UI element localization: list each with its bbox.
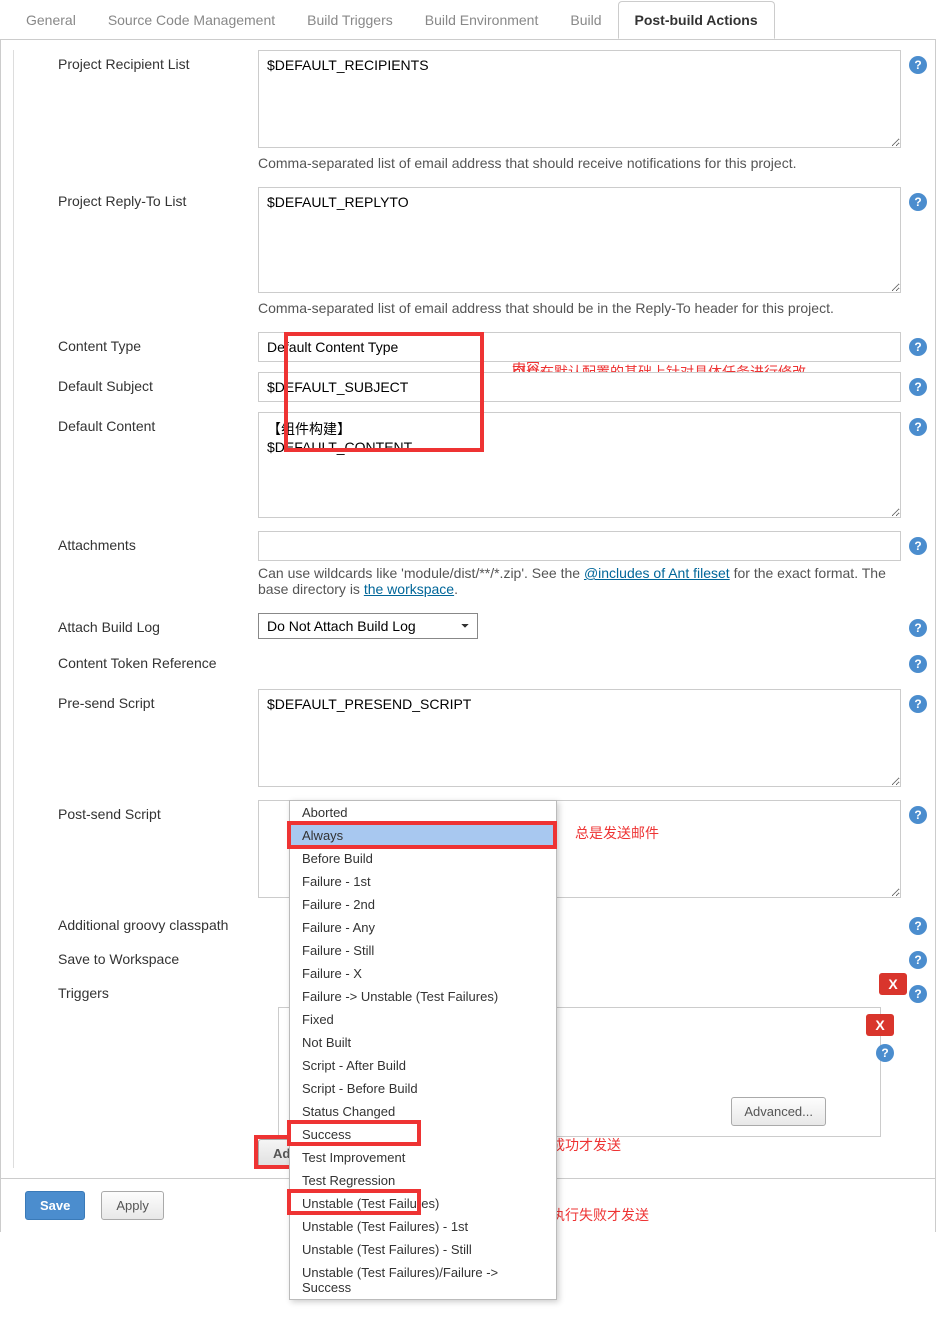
remove-trigger-button-2[interactable]: X [866,1014,894,1036]
default-subject-label: Default Subject [18,372,258,394]
help-icon[interactable]: ? [909,951,927,969]
trigger-option-success[interactable]: Success [290,1123,556,1146]
ant-fileset-link[interactable]: @includes of Ant fileset [584,565,730,581]
trigger-dropdown: Aborted Always Before Build Failure - 1s… [289,800,557,1300]
attachments-label: Attachments [18,531,258,553]
attach-log-select[interactable]: Do Not Attach Build Log [258,613,478,639]
help-icon[interactable]: ? [909,695,927,713]
classpath-label: Additional groovy classpath [18,911,258,933]
recipient-help: Comma-separated list of email address th… [258,151,901,177]
trigger-option-before-build[interactable]: Before Build [290,847,556,870]
trigger-option-unstable-still[interactable]: Unstable (Test Failures) - Still [290,1238,556,1261]
default-content-label: Default Content [18,412,258,434]
trigger-option-unstable-1st[interactable]: Unstable (Test Failures) - 1st [290,1215,556,1238]
help-icon[interactable]: ? [909,338,927,356]
replyto-label: Project Reply-To List [18,187,258,209]
presend-label: Pre-send Script [18,689,258,711]
help-icon[interactable]: ? [909,619,927,637]
help-icon[interactable]: ? [909,56,927,74]
help-icon[interactable]: ? [909,378,927,396]
attachments-input[interactable] [258,531,901,561]
help-icon[interactable]: ? [909,985,927,1003]
token-ref-label: Content Token Reference [18,649,258,671]
trigger-option-unstable[interactable]: Unstable (Test Failures) [290,1192,556,1215]
help-icon[interactable]: ? [909,917,927,935]
workspace-link[interactable]: the workspace [364,581,454,597]
save-ws-label: Save to Workspace [18,945,258,967]
replyto-help: Comma-separated list of email address th… [258,296,901,322]
triggers-label: Triggers [18,979,258,1001]
tab-build-triggers[interactable]: Build Triggers [291,2,409,38]
trigger-option-test-improve[interactable]: Test Improvement [290,1146,556,1169]
trigger-option-not-built[interactable]: Not Built [290,1031,556,1054]
trigger-option-failure-unstable[interactable]: Failure -> Unstable (Test Failures) [290,985,556,1008]
save-button[interactable]: Save [25,1191,85,1220]
page-body: Project Recipient List $DEFAULT_RECIPIEN… [0,40,936,1232]
help-icon[interactable]: ? [909,418,927,436]
trigger-option-status-changed[interactable]: Status Changed [290,1100,556,1123]
trigger-option-test-regress[interactable]: Test Regression [290,1169,556,1192]
trigger-option-failure-2nd[interactable]: Failure - 2nd [290,893,556,916]
default-subject-input[interactable] [258,372,901,402]
tab-general[interactable]: General [10,2,92,38]
recipient-label: Project Recipient List [18,50,258,72]
recipient-textarea[interactable]: $DEFAULT_RECIPIENTS [258,50,901,148]
tab-build-env[interactable]: Build Environment [409,2,555,38]
content-type-input[interactable] [258,332,901,362]
presend-textarea[interactable]: $DEFAULT_PRESEND_SCRIPT [258,689,901,787]
tab-scm[interactable]: Source Code Management [92,2,291,38]
trigger-option-unstable-failure-success[interactable]: Unstable (Test Failures)/Failure -> Succ… [290,1261,556,1299]
help-icon[interactable]: ? [909,193,927,211]
help-icon[interactable]: ? [876,1044,894,1062]
tab-bar: General Source Code Management Build Tri… [0,0,936,40]
trigger-option-script-after[interactable]: Script - After Build [290,1054,556,1077]
advanced-button[interactable]: Advanced... [731,1097,826,1126]
trigger-option-always[interactable]: Always [290,824,556,847]
content-type-label: Content Type [18,332,258,354]
help-icon[interactable]: ? [909,655,927,673]
trigger-option-script-before[interactable]: Script - Before Build [290,1077,556,1100]
help-icon[interactable]: ? [909,537,927,555]
trigger-option-failure-1st[interactable]: Failure - 1st [290,870,556,893]
trigger-option-aborted[interactable]: Aborted [290,801,556,824]
trigger-option-failure-still[interactable]: Failure - Still [290,939,556,962]
attach-log-label: Attach Build Log [18,613,258,635]
tab-post-build[interactable]: Post-build Actions [618,1,775,39]
replyto-textarea[interactable]: $DEFAULT_REPLYTO [258,187,901,293]
apply-button[interactable]: Apply [101,1191,164,1220]
attachments-help: Can use wildcards like 'module/dist/**/*… [258,561,901,603]
trigger-option-fixed[interactable]: Fixed [290,1008,556,1031]
postsend-label: Post-send Script [18,800,258,822]
default-content-textarea[interactable]: 【组件构建】 $DEFAULT_CONTENT [258,412,901,518]
trigger-option-failure-x[interactable]: Failure - X [290,962,556,985]
remove-trigger-button-1[interactable]: X [879,973,907,995]
trigger-option-failure-any[interactable]: Failure - Any [290,916,556,939]
help-icon[interactable]: ? [909,806,927,824]
tab-build[interactable]: Build [554,2,617,38]
